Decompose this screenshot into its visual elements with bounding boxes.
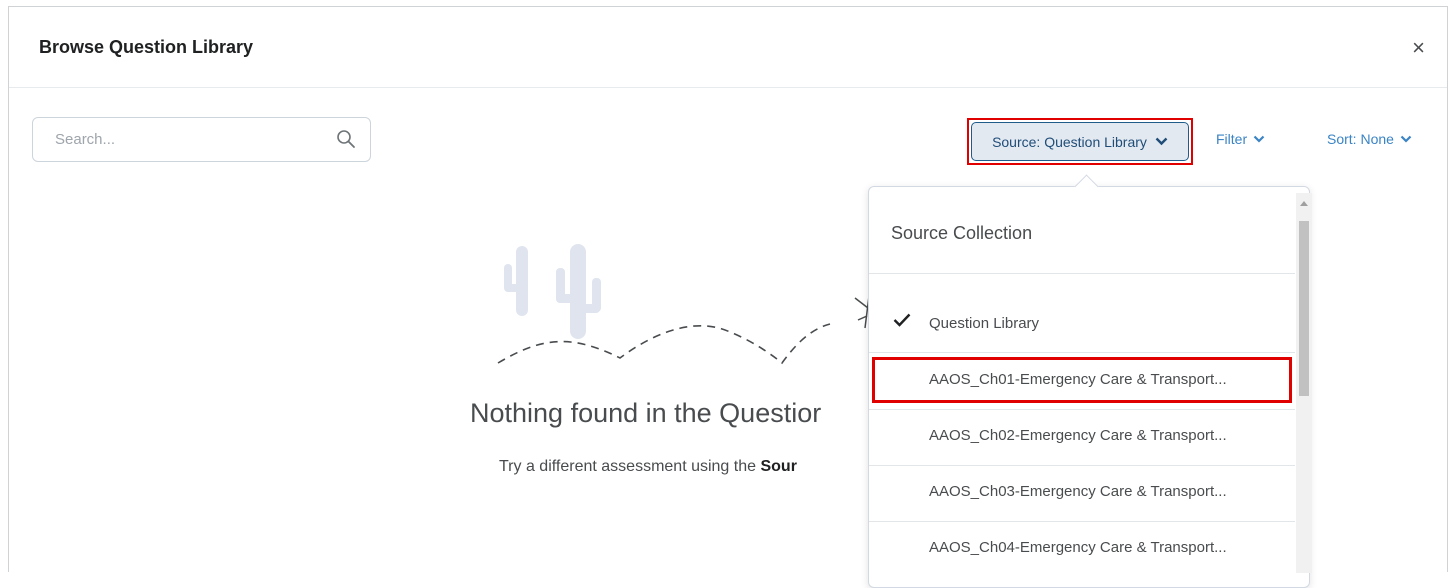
dropdown-item-aaos-ch04[interactable]: AAOS_Ch04-Emergency Care & Transport... (869, 521, 1295, 576)
selection-highlight (872, 357, 1292, 403)
desert-illustration (497, 244, 879, 365)
empty-state-subtitle-bold: Sour (760, 458, 797, 475)
dropdown-item-label: AAOS_Ch04-Emergency Care & Transport... (929, 539, 1227, 556)
dialog-title: Browse Question Library (39, 37, 254, 57)
checkmark-icon (893, 313, 911, 327)
empty-state-title: Nothing found in the Questior (470, 398, 822, 428)
dropdown-divider (869, 273, 1295, 274)
source-button-highlight: Source: Question Library (967, 118, 1193, 165)
dropdown-item-question-library[interactable]: Question Library (869, 297, 1295, 352)
dropdown-heading: Source Collection (891, 223, 1033, 243)
sort-label: Sort: None (1327, 131, 1394, 147)
source-button[interactable]: Source: Question Library (971, 122, 1189, 161)
chevron-down-icon (1253, 135, 1265, 143)
chevron-down-icon (1400, 135, 1412, 143)
dropdown-scrollbar[interactable] (1296, 193, 1312, 573)
dropdown-item-label: Question Library (929, 315, 1040, 332)
sort-button[interactable]: Sort: None (1327, 131, 1412, 147)
filter-button[interactable]: Filter (1216, 131, 1265, 147)
filter-label: Filter (1216, 131, 1248, 147)
scroll-up-arrow-icon[interactable] (1300, 201, 1308, 206)
dropdown-item-label: AAOS_Ch03-Emergency Care & Transport... (929, 483, 1227, 500)
empty-state-subtitle: Try a different assessment using the Sou… (499, 458, 797, 476)
search-icon[interactable] (336, 129, 356, 149)
close-icon[interactable]: × (1412, 37, 1425, 59)
dropdown-item-aaos-ch03[interactable]: AAOS_Ch03-Emergency Care & Transport... (869, 465, 1295, 520)
dropdown-item-aaos-ch02[interactable]: AAOS_Ch02-Emergency Care & Transport... (869, 409, 1295, 464)
search-input[interactable] (53, 130, 317, 149)
source-button-label: Source: Question Library (992, 133, 1147, 150)
search-field[interactable] (32, 117, 371, 162)
chevron-down-icon (1155, 137, 1168, 146)
scrollbar-thumb[interactable] (1299, 221, 1309, 396)
dialog-header: Browse Question Library × (9, 7, 1447, 88)
dropdown-item-label: AAOS_Ch02-Emergency Care & Transport... (929, 427, 1227, 444)
empty-state-subtitle-text: Try a different assessment using the (499, 458, 761, 475)
